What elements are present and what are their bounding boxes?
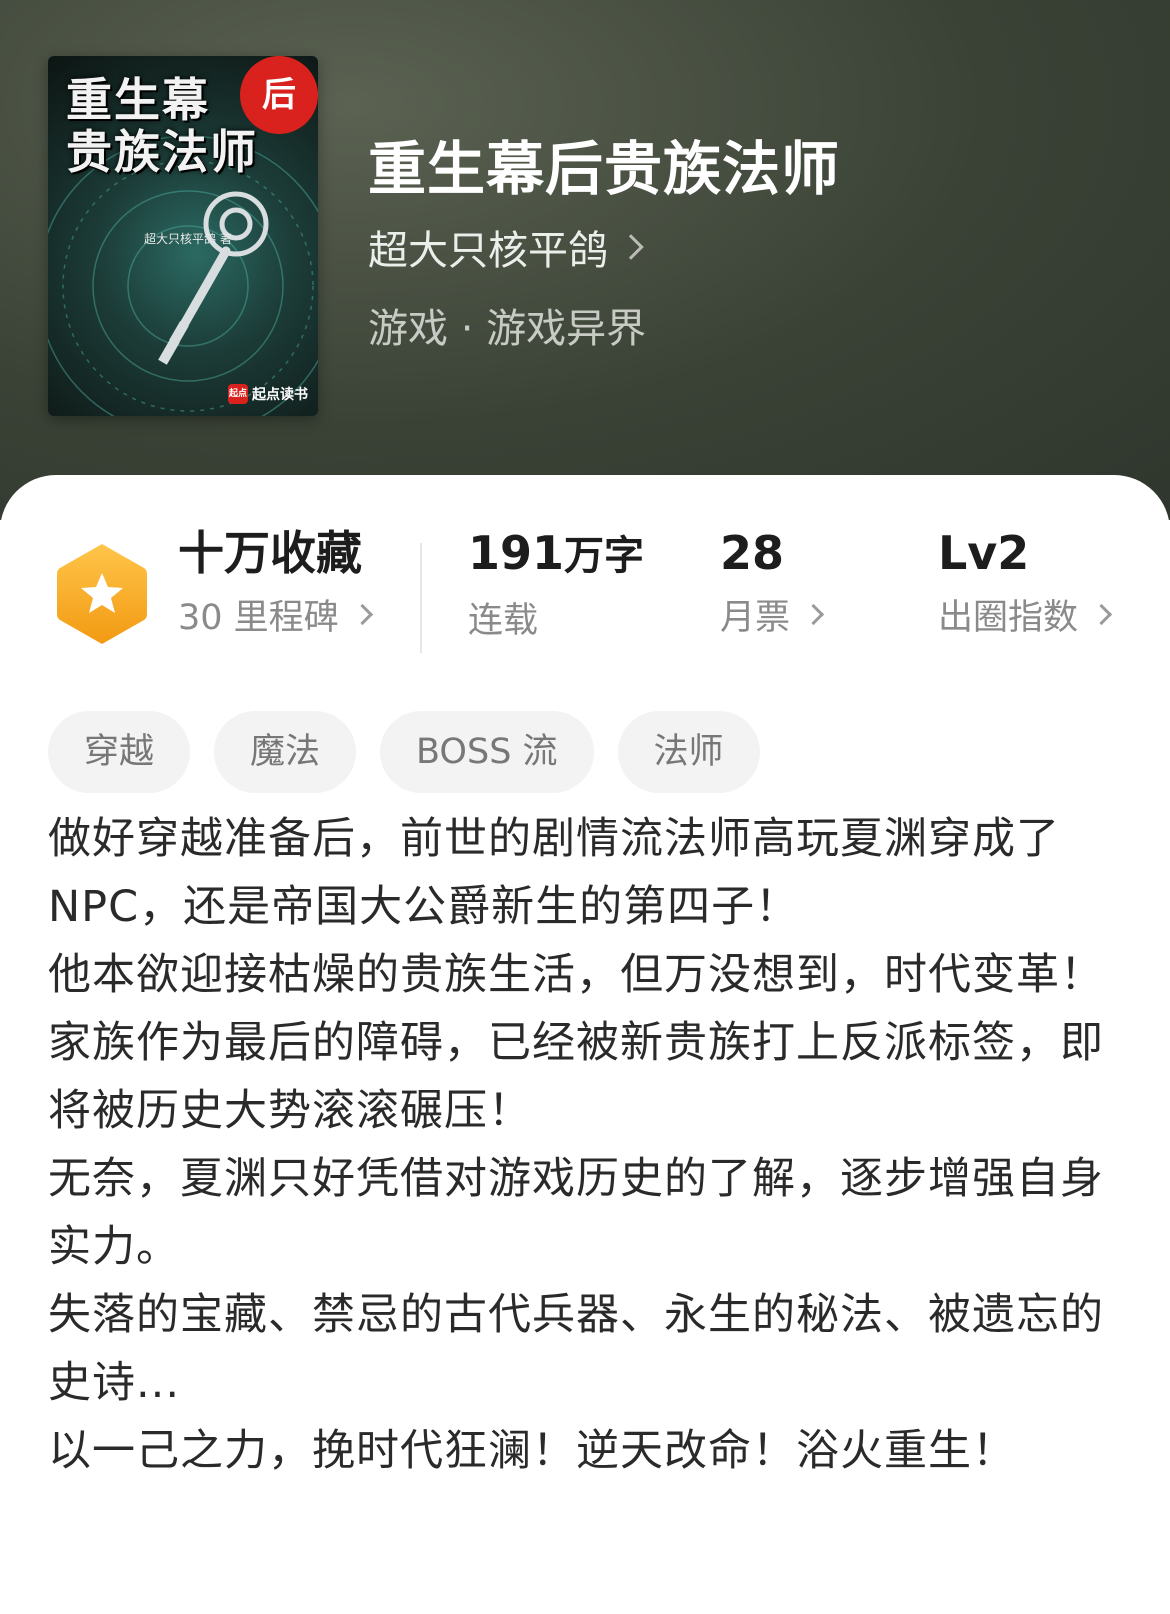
chevron-right-icon xyxy=(1090,603,1113,626)
serial-status-label: 连载 xyxy=(468,601,539,641)
synopsis-paragraph: 失落的宝藏、禁忌的古代兵器、永生的秘法、被遗忘的史诗... xyxy=(48,1290,1104,1408)
tickets-label: 月票 xyxy=(720,598,791,638)
chevron-right-icon xyxy=(802,603,825,626)
chevron-right-icon xyxy=(618,234,644,260)
favorites-label: 30 里程碑 xyxy=(178,598,339,638)
author-link[interactable]: 超大只核平鸽 xyxy=(368,218,644,276)
favorites-label-row: 30 里程碑 xyxy=(178,589,373,640)
synopsis-paragraph: 家族作为最后的障碍，已经被新贵族打上反派标签，即将被历史大势滚滚碾压！ xyxy=(48,1018,1104,1136)
synopsis-paragraph: 以一己之力，挽时代狂澜！逆天改命！浴火重生！ xyxy=(48,1426,1016,1476)
chevron-right-icon xyxy=(351,603,373,626)
tag-chip[interactable]: BOSS 流 xyxy=(380,711,594,793)
synopsis-paragraph: 做好穿越准备后，前世的剧情流法师高玩夏渊穿成了NPC，还是帝国大公爵新生的第四子… xyxy=(48,814,1060,932)
level-label-row: 出圈指数 xyxy=(938,589,1113,640)
stats-divider xyxy=(420,543,422,653)
tag-chip[interactable]: 法师 xyxy=(617,711,760,793)
star-hexagon-icon xyxy=(57,544,147,644)
tag-chip[interactable]: 魔法 xyxy=(214,711,357,793)
book-cover[interactable]: 重生幕 贵族法师 后 超大只核平鸽 著 起点 起点读书 xyxy=(48,56,318,416)
favorites-value: 十万收藏 xyxy=(178,526,362,580)
level-label: 出圈指数 xyxy=(938,598,1079,638)
details-card: 十万收藏 30 里程碑 191万字 连载 28 月票 Lv2 出圈指数 穿越 魔… xyxy=(0,475,1170,1614)
book-title: 重生幕后贵族法师 xyxy=(368,135,841,203)
word-count-number: 191 xyxy=(468,526,565,580)
genre-text: 游戏 · 游戏异界 xyxy=(368,306,647,352)
cover-title-line2: 贵族法师 xyxy=(66,125,258,179)
cover-badge: 后 xyxy=(240,56,318,134)
stat-word-count: 191万字 连载 xyxy=(468,525,644,643)
word-count-label-row: 连载 xyxy=(468,592,644,643)
level-value: Lv2 xyxy=(938,526,1030,580)
word-count-value: 191万字 xyxy=(468,525,644,584)
author-name: 超大只核平鸽 xyxy=(368,228,608,274)
cover-author: 超大只核平鸽 著 xyxy=(144,232,232,246)
stat-favorites[interactable]: 十万收藏 30 里程碑 xyxy=(178,525,373,640)
synopsis: 做好穿越准备后，前世的剧情流法师高玩夏渊穿成了NPC，还是帝国大公爵新生的第四子… xyxy=(48,805,1128,1485)
tickets-label-row: 月票 xyxy=(720,589,825,640)
publisher-name: 起点读书 xyxy=(252,387,308,403)
stats-row: 十万收藏 30 里程碑 191万字 连载 28 月票 Lv2 出圈指数 xyxy=(0,475,1170,675)
cover-publisher: 起点 起点读书 xyxy=(228,384,308,404)
tickets-value: 28 xyxy=(720,526,785,580)
publisher-logo-icon: 起点 xyxy=(228,384,248,404)
tag-chip[interactable]: 穿越 xyxy=(48,711,191,793)
word-count-unit: 万字 xyxy=(564,533,645,579)
tag-list: 穿越 魔法 BOSS 流 法师 xyxy=(48,711,760,793)
stat-level[interactable]: Lv2 出圈指数 xyxy=(938,525,1113,640)
synopsis-paragraph: 他本欲迎接枯燥的贵族生活，但万没想到，时代变革！ xyxy=(48,950,1104,1000)
stat-monthly-tickets[interactable]: 28 月票 xyxy=(720,525,825,640)
synopsis-paragraph: 无奈，夏渊只好凭借对游戏历史的了解，逐步增强自身实力。 xyxy=(48,1154,1104,1272)
book-header: 重生幕 贵族法师 后 超大只核平鸽 著 起点 起点读书 重生幕后贵族法师 超大只… xyxy=(0,0,1170,520)
